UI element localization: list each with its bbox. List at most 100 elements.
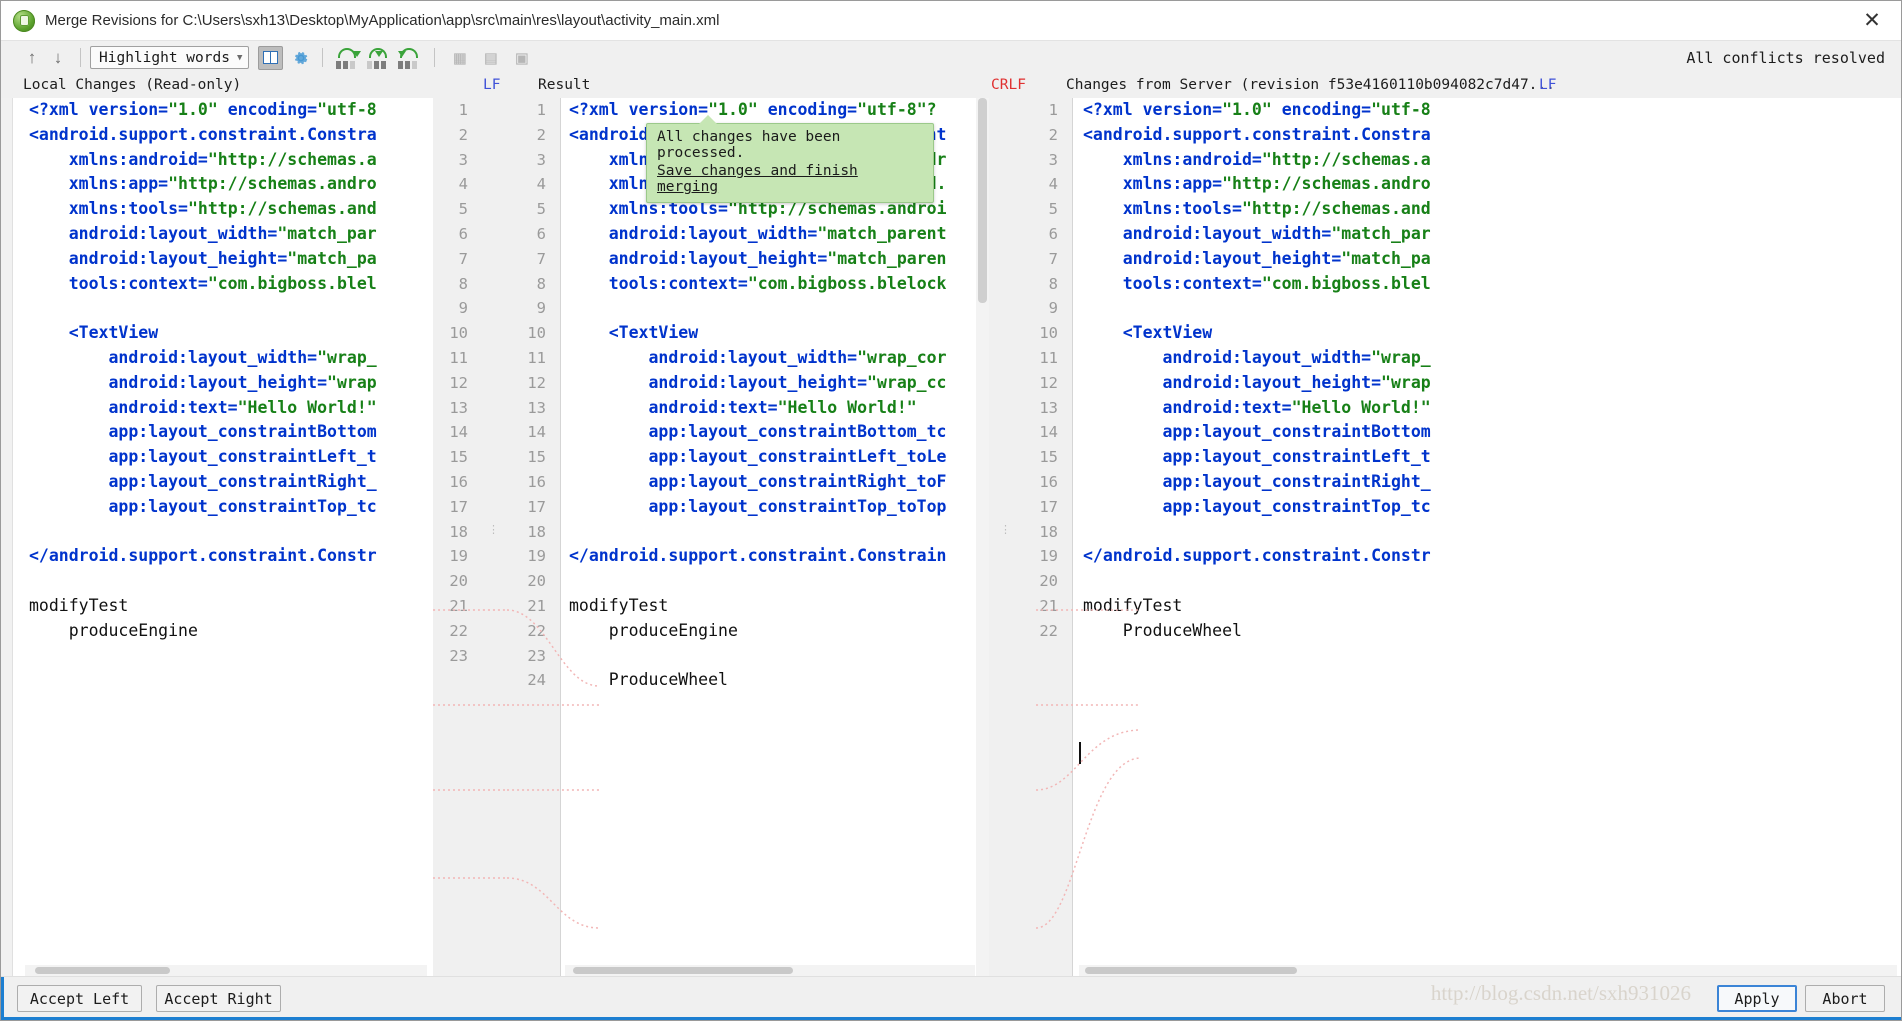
line-number: 3 bbox=[458, 150, 468, 169]
divider-handle-right[interactable]: ⋮ bbox=[1000, 523, 1012, 536]
code-line: app:layout_constraintLeft_t bbox=[1083, 447, 1431, 467]
line-number: 11 bbox=[1039, 348, 1058, 367]
line-number: 11 bbox=[527, 348, 546, 367]
accept-left-button[interactable]: Accept Left bbox=[17, 985, 142, 1012]
apply-all-non-conflicting-right-icon[interactable] bbox=[397, 47, 422, 69]
balloon-arrow-icon bbox=[699, 115, 717, 124]
resolve-conflicts-left-icon: ▦ bbox=[454, 46, 466, 69]
window-title: Merge Revisions for C:\Users\sxh13\Deskt… bbox=[45, 12, 720, 29]
line-number: 7 bbox=[458, 249, 468, 268]
code-line: android:layout_width="wrap_ bbox=[1083, 347, 1431, 367]
left-horizontal-scrollbar[interactable] bbox=[25, 965, 427, 976]
balloon-message: All changes have been processed. bbox=[657, 129, 841, 161]
line-number: 4 bbox=[536, 175, 546, 194]
code-line: tools:context="com.bigboss.blel bbox=[1083, 273, 1431, 293]
result-pane[interactable]: <?xml version="1.0" encoding="utf-8"?<an… bbox=[555, 98, 989, 976]
left-line-separator-label: LF bbox=[483, 77, 501, 93]
line-number: 13 bbox=[449, 398, 468, 417]
settings-gear-icon[interactable] bbox=[289, 46, 313, 70]
next-difference-icon[interactable]: ↓ bbox=[45, 45, 71, 71]
line-number: 8 bbox=[458, 274, 468, 293]
code-line: app:layout_constraintRight_ bbox=[1083, 471, 1431, 491]
code-line: <?xml version="1.0" encoding="utf-8 bbox=[29, 100, 377, 119]
line-number: 15 bbox=[449, 448, 468, 467]
line-number: 4 bbox=[458, 175, 468, 194]
watermark-text: http://blog.csdn.net/sxh931026 bbox=[1430, 981, 1691, 1005]
line-number: 6 bbox=[536, 224, 546, 243]
left-code-content[interactable]: <?xml version="1.0" encoding="utf-8 <andr… bbox=[25, 98, 433, 976]
code-line: app:layout_constraintTop_toTop bbox=[569, 496, 947, 516]
local-changes-pane[interactable]: <?xml version="1.0" encoding="utf-8 <andr… bbox=[1, 98, 433, 976]
line-number: 4 bbox=[1048, 175, 1058, 194]
code-line: android:layout_height="wrap bbox=[1083, 372, 1431, 392]
result-code-content[interactable]: <?xml version="1.0" encoding="utf-8"?<an… bbox=[565, 98, 989, 976]
accept-right-button[interactable]: Accept Right bbox=[156, 985, 281, 1012]
code-line: <android.support.constraint.Constra bbox=[1083, 124, 1431, 144]
line-number: 19 bbox=[449, 547, 468, 566]
line-number: 23 bbox=[449, 646, 468, 665]
code-line: android:text="Hello World!" bbox=[569, 397, 917, 417]
apply-all-non-conflicting-icon[interactable] bbox=[366, 47, 391, 69]
close-icon[interactable]: ✕ bbox=[1843, 1, 1901, 41]
code-line: xmlns:tools="http://schemas.and bbox=[29, 199, 377, 219]
code-line: <TextView bbox=[29, 323, 159, 343]
right-pane-title: Changes from Server (revision f53e416011… bbox=[1066, 77, 1555, 93]
code-line: app:layout_constraintBottom bbox=[29, 422, 377, 442]
code-line: </android.support.constraint.Constr bbox=[1083, 546, 1431, 566]
apply-button[interactable]: Apply bbox=[1717, 985, 1797, 1012]
previous-difference-icon[interactable]: ↑ bbox=[19, 45, 45, 71]
title-bar: Merge Revisions for C:\Users\sxh13\Deskt… bbox=[1, 1, 1901, 41]
line-number: 16 bbox=[527, 472, 546, 491]
right-horizontal-scrollbar[interactable] bbox=[1079, 965, 1897, 976]
code-line: xmlns:app="http://schemas.andro bbox=[1083, 174, 1431, 194]
left-diff-divider[interactable]: ⋮ bbox=[477, 98, 507, 976]
code-line: android:layout_height="wrap bbox=[29, 372, 377, 392]
code-line: android:layout_height="wrap_cc bbox=[569, 372, 947, 392]
highlight-mode-dropdown[interactable]: Highlight words ▼ bbox=[90, 46, 250, 69]
save-and-finish-merging-link[interactable]: Save changes and finish merging bbox=[657, 163, 923, 195]
line-number: 8 bbox=[1048, 274, 1058, 293]
line-number: 17 bbox=[527, 497, 546, 516]
code-line: android:text="Hello World!" bbox=[1083, 397, 1431, 417]
line-number: 12 bbox=[1039, 373, 1058, 392]
apply-all-non-conflicting-left-icon[interactable] bbox=[335, 47, 362, 69]
line-number: 14 bbox=[449, 423, 468, 442]
line-number: 6 bbox=[458, 224, 468, 243]
line-number: 18 bbox=[449, 522, 468, 541]
code-line: app:layout_constraintRight_toF bbox=[569, 471, 947, 491]
line-number: 15 bbox=[1039, 448, 1058, 467]
result-gutter bbox=[555, 98, 561, 976]
line-number: 7 bbox=[536, 249, 546, 268]
side-by-side-view-toggle[interactable] bbox=[258, 45, 284, 70]
line-number: 5 bbox=[536, 200, 546, 219]
code-line: </android.support.constraint.Constrain bbox=[569, 546, 947, 566]
result-horizontal-scrollbar[interactable] bbox=[565, 965, 975, 976]
divider-handle[interactable]: ⋮ bbox=[488, 523, 500, 536]
toolbar-divider-3 bbox=[434, 48, 436, 67]
right-diff-divider[interactable]: ⋮ bbox=[989, 98, 1019, 976]
server-changes-pane[interactable]: <?xml version="1.0" encoding="utf-8 <andr… bbox=[1067, 98, 1901, 976]
line-number: 21 bbox=[1039, 596, 1058, 615]
code-line: android:layout_width="match_parent bbox=[569, 223, 947, 243]
line-number: 21 bbox=[527, 596, 546, 615]
line-number: 9 bbox=[458, 299, 468, 318]
abort-button[interactable]: Abort bbox=[1805, 985, 1885, 1012]
line-number: 16 bbox=[1039, 472, 1058, 491]
result-vertical-scrollbar[interactable] bbox=[976, 98, 989, 976]
code-line: ProduceWheel bbox=[569, 670, 728, 690]
line-number: 20 bbox=[449, 572, 468, 591]
result-left-line-numbers: 1 2 3 4 5 6 7 8 9 10 11 12 13 14 15 16 17 18 19 20 21 22 23 24 bbox=[507, 98, 555, 976]
line-number: 10 bbox=[1039, 324, 1058, 343]
right-code-content[interactable]: <?xml version="1.0" encoding="utf-8 <andr… bbox=[1079, 98, 1901, 976]
code-line: android:layout_height="match_paren bbox=[569, 248, 947, 268]
line-number: 19 bbox=[1039, 547, 1058, 566]
code-line: ProduceWheel bbox=[1083, 620, 1242, 640]
pane-headers: Local Changes (Read-only) LF Result CRLF… bbox=[1, 74, 1901, 98]
code-line: xmlns:app="http://schemas.andro bbox=[29, 174, 377, 194]
code-line: android:layout_width="match_par bbox=[1083, 223, 1431, 243]
code-line: app:layout_constraintBottom_tc bbox=[569, 422, 947, 442]
